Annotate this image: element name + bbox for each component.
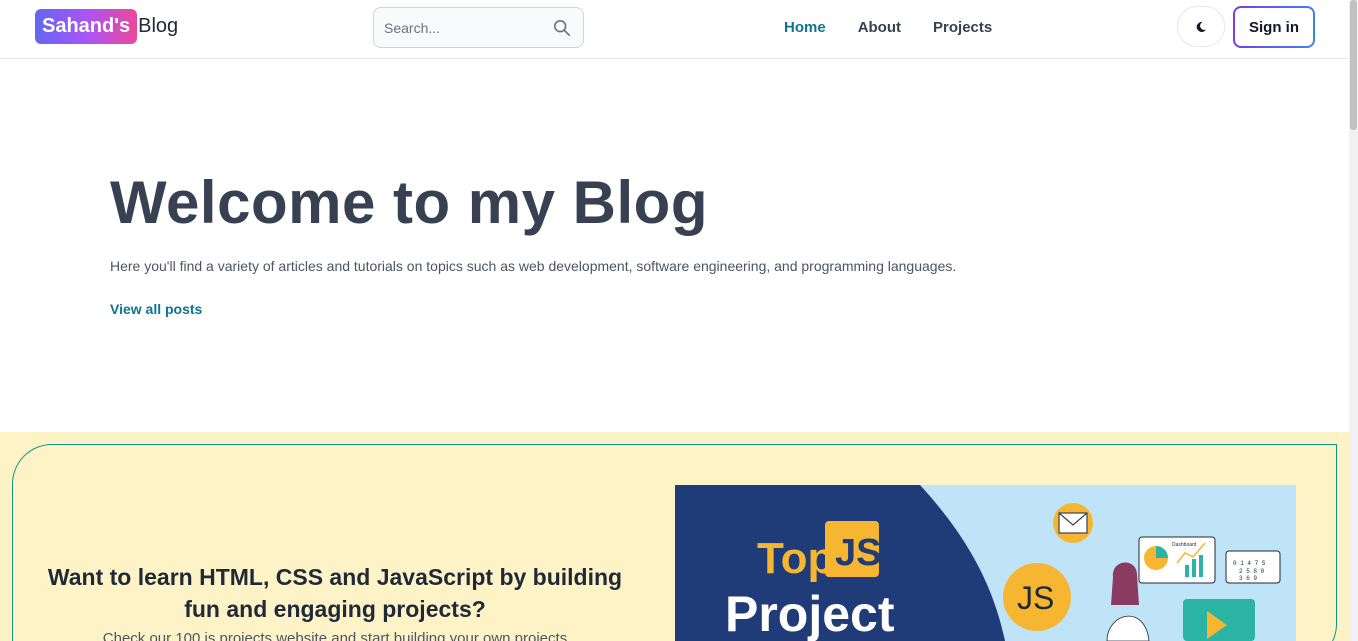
image-dashboard-label: Dashboard xyxy=(1172,542,1197,548)
top-js-projects-illustration: Top JS Project JS Dashboard 0 1 4 7 5 2 … xyxy=(675,485,1281,641)
nav-about[interactable]: About xyxy=(858,19,901,36)
moon-icon xyxy=(1196,21,1206,32)
image-calc-row-3: 3 6 9 xyxy=(1239,575,1257,582)
search-icon[interactable] xyxy=(553,19,571,37)
image-title-js: JS xyxy=(835,532,881,574)
page-title: Welcome to my Blog xyxy=(110,169,708,236)
theme-toggle-button[interactable] xyxy=(1177,6,1225,47)
nav-home[interactable]: Home xyxy=(784,19,826,36)
cta-image: Top JS Project JS Dashboard 0 1 4 7 5 2 … xyxy=(675,485,1296,641)
search-box xyxy=(373,7,584,48)
main-nav: Home About Projects xyxy=(784,19,992,36)
sign-in-button[interactable]: Sign in xyxy=(1233,6,1315,48)
image-title-top: Top xyxy=(757,534,834,583)
logo[interactable]: Sahand's Blog xyxy=(35,9,178,44)
nav-projects[interactable]: Projects xyxy=(933,19,992,36)
image-bubble-js: JS xyxy=(1017,580,1054,616)
page-scrollbar[interactable] xyxy=(1349,0,1358,641)
cta-text: Check our 100 js projects website and st… xyxy=(102,630,568,641)
image-calc-row-2: 2 5 8 0 xyxy=(1239,568,1265,575)
hero-subtitle: Here you'll find a variety of articles a… xyxy=(110,258,957,274)
scrollbar-thumb[interactable] xyxy=(1350,0,1357,130)
image-calc-row-1: 0 1 4 7 5 xyxy=(1233,560,1266,567)
image-title-project: Project xyxy=(725,586,895,641)
view-all-posts-link[interactable]: View all posts xyxy=(110,301,202,317)
site-header: Sahand's Blog Home About Projects Sign i… xyxy=(0,0,1349,59)
cta-heading: Want to learn HTML, CSS and JavaScript b… xyxy=(47,564,623,622)
search-input[interactable] xyxy=(374,8,539,47)
logo-badge: Sahand's xyxy=(35,9,138,44)
logo-text: Blog xyxy=(138,15,179,37)
sign-in-label: Sign in xyxy=(1235,8,1313,46)
